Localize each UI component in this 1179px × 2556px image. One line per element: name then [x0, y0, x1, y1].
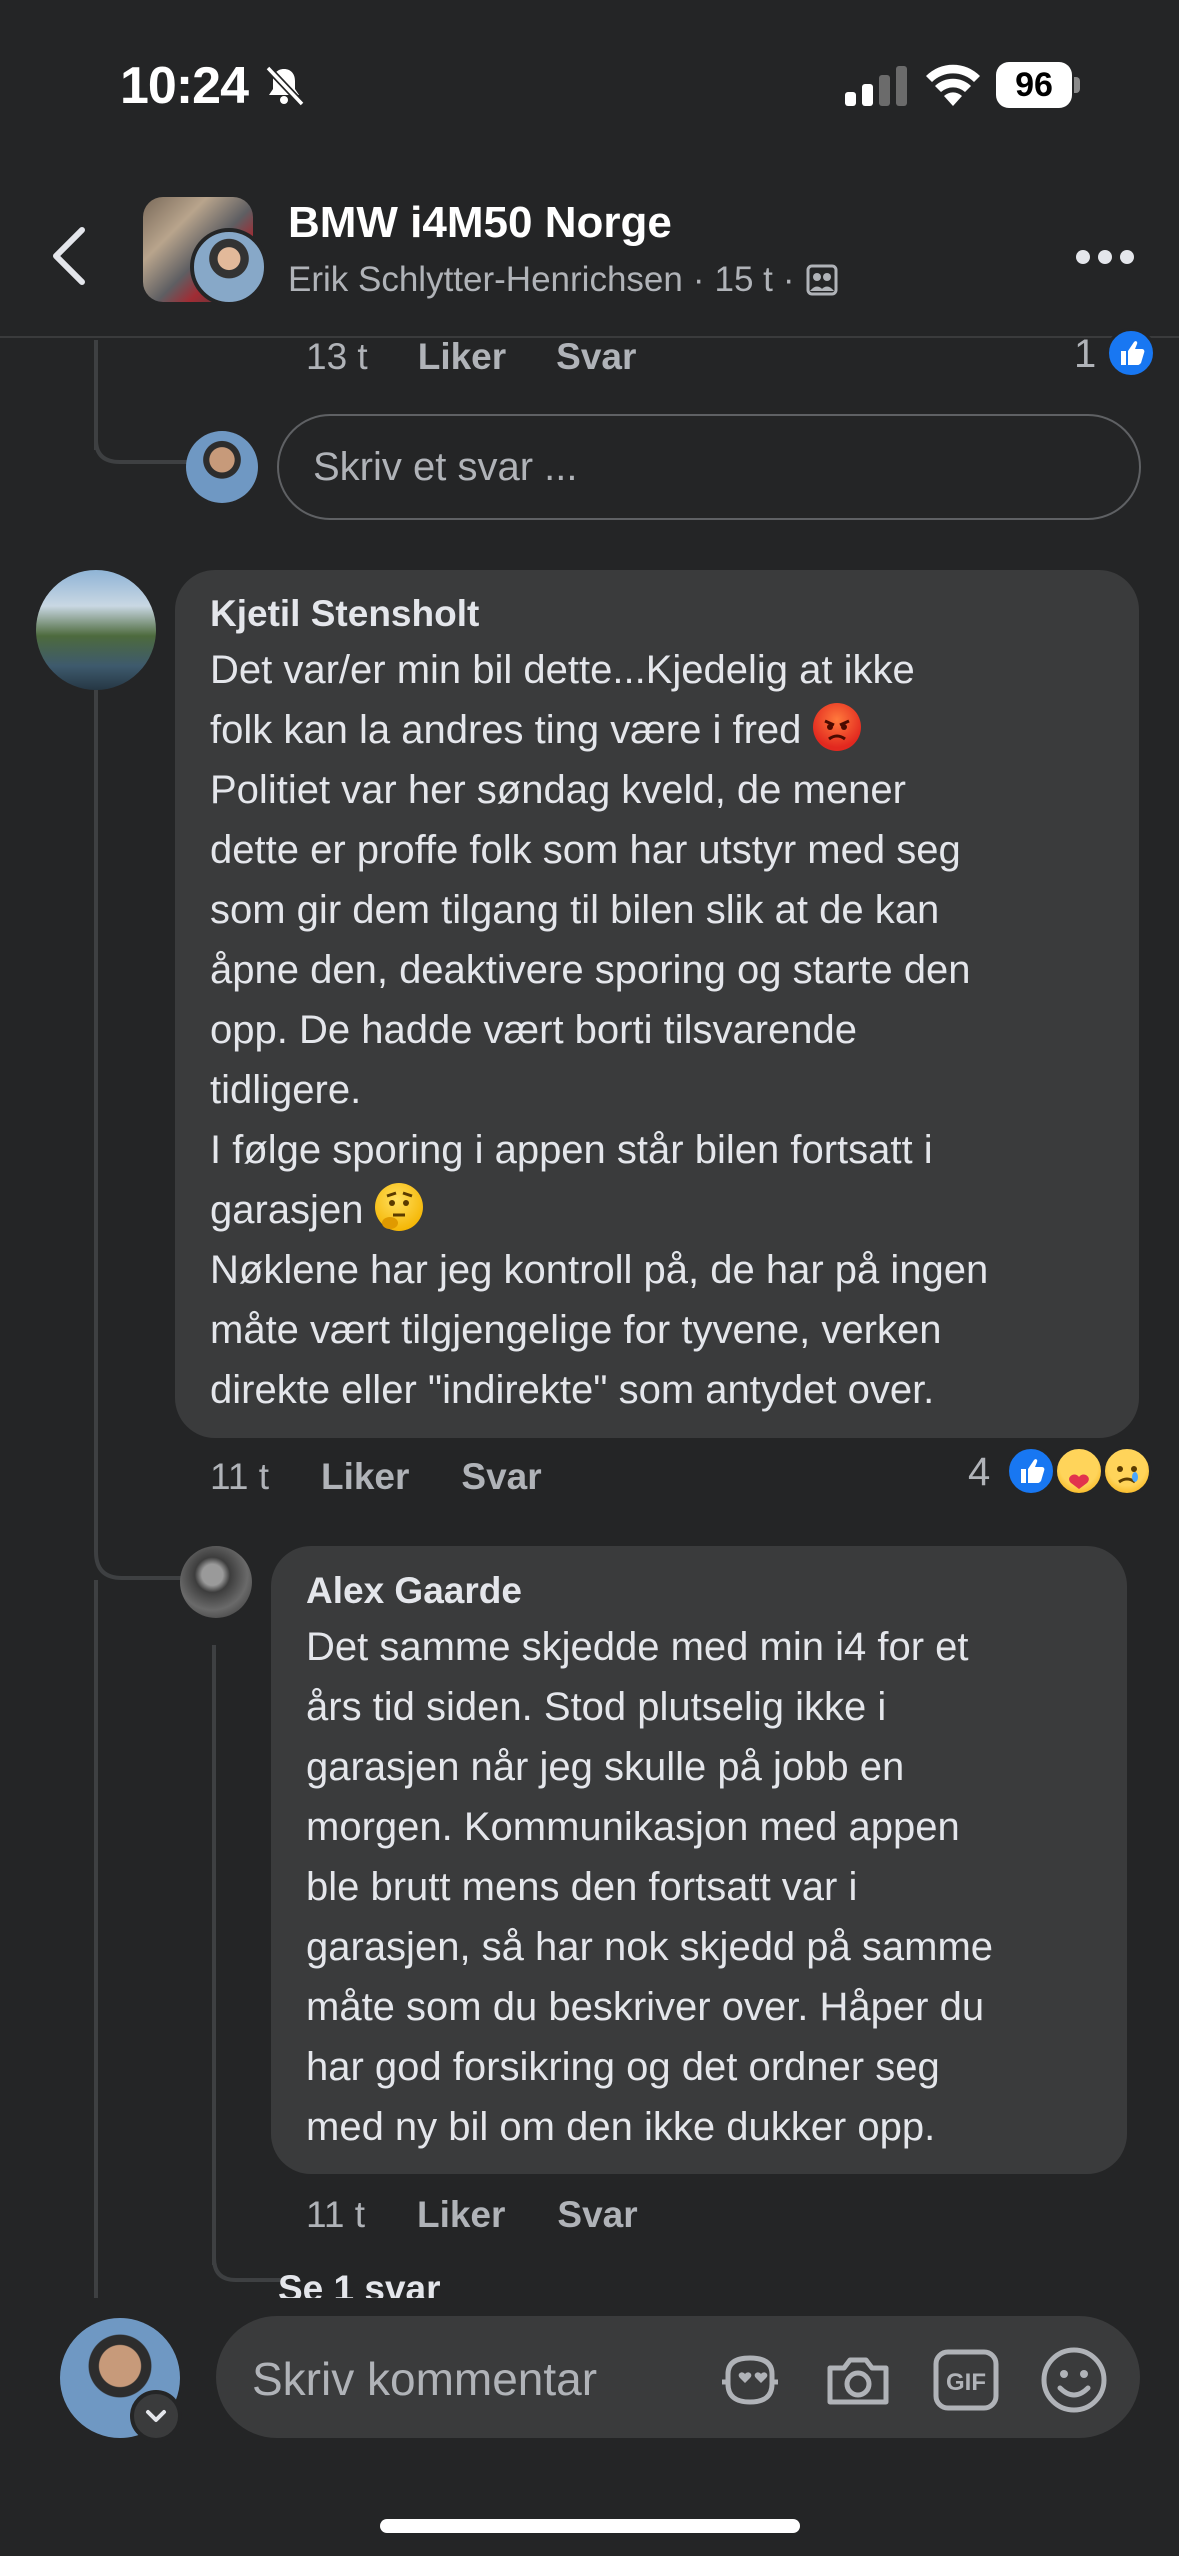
post-header: BMW i4M50 Norge Erik Schlytter-Henrichse… [0, 170, 1179, 338]
poster-avatar[interactable] [190, 228, 268, 306]
back-chevron-icon[interactable] [48, 224, 92, 288]
comment-reactions[interactable]: 4 [968, 1450, 990, 1495]
account-switch-button[interactable] [130, 2390, 182, 2442]
emoji-icon[interactable] [1038, 2344, 1110, 2416]
commenter-avatar[interactable] [180, 1546, 252, 1618]
group-title[interactable]: BMW i4M50 Norge [288, 198, 672, 248]
post-time: 15 t [714, 260, 773, 299]
more-options-icon[interactable] [1074, 248, 1136, 266]
my-avatar[interactable] [186, 431, 258, 503]
angry-face-emoji-icon [812, 703, 861, 751]
meta-separator: · [692, 260, 705, 299]
commenter-avatar[interactable] [36, 570, 156, 690]
cellular-signal-icon [845, 66, 907, 106]
comment-time: 11 t [306, 2194, 365, 2235]
reply-button[interactable]: Svar [461, 1456, 541, 1498]
comment-input[interactable]: Skriv kommentar GIF [216, 2316, 1140, 2438]
prev-reply-reactions[interactable]: 1 [1074, 332, 1096, 377]
bell-off-icon [265, 65, 305, 107]
like-button[interactable]: Liker [418, 336, 506, 378]
sad-reaction-icon [1102, 1446, 1152, 1496]
comment-author[interactable]: Alex Gaarde [306, 1570, 522, 1612]
reply-time: 13 t [306, 336, 368, 377]
status-bar: 10:24 96 [0, 0, 1179, 150]
thread-curve [212, 2240, 282, 2282]
reaction-count: 1 [1074, 332, 1097, 376]
thread-line [94, 1580, 98, 2300]
comment-actions: 11 t Liker Svar [306, 2194, 638, 2236]
comment-actions: 11 t Liker Svar [210, 1456, 542, 1498]
comment-time: 11 t [210, 1456, 269, 1497]
group-audience-icon [806, 264, 838, 296]
comment-text: Det samme skjedde med min i4 for et års … [306, 1625, 994, 2149]
thread-line [212, 1645, 216, 2265]
like-reaction-icon [1106, 328, 1156, 378]
battery-indicator: 96 [996, 62, 1080, 108]
like-button[interactable]: Liker [417, 2194, 505, 2236]
prev-reply-actions: 13 t Liker Svar [306, 336, 636, 378]
thinking-face-emoji-icon [374, 1183, 423, 1231]
wifi-icon [926, 64, 980, 106]
thread-curve [94, 1520, 184, 1580]
comment-text-part: Politiet var her søndag kveld, de mener … [210, 768, 971, 1232]
thread-curve [94, 420, 194, 464]
home-indicator[interactable] [380, 2519, 800, 2533]
comment-placeholder: Skriv kommentar [252, 2353, 598, 2405]
comment-text: Det var/er min bil dette...Kjedelig at i… [210, 640, 1130, 1420]
meta-separator: · [782, 260, 795, 299]
reply-input[interactable]: Skriv et svar ... [277, 414, 1141, 520]
avatar-sticker-icon[interactable] [714, 2344, 786, 2416]
like-button[interactable]: Liker [321, 1456, 409, 1498]
comment-composer: Skriv kommentar GIF [0, 2298, 1179, 2556]
care-reaction-icon [1054, 1446, 1104, 1496]
comment-author[interactable]: Kjetil Stensholt [210, 593, 479, 635]
camera-icon[interactable] [822, 2344, 894, 2416]
like-reaction-icon [1006, 1446, 1056, 1496]
poster-name[interactable]: Erik Schlytter-Henrichsen [288, 260, 683, 300]
reply-button[interactable]: Svar [557, 2194, 637, 2236]
reply-button[interactable]: Svar [556, 336, 636, 378]
comment-text-part: Det var/er min bil dette...Kjedelig at i… [210, 648, 915, 752]
chevron-down-icon [146, 2410, 166, 2422]
battery-cap [1074, 77, 1080, 93]
comment-text-part: Nøklene har jeg kontroll på, de har på i… [210, 1248, 989, 1412]
battery-level: 96 [996, 62, 1072, 108]
reaction-count: 4 [968, 1450, 991, 1494]
post-meta: Erik Schlytter-Henrichsen · 15 t · [288, 260, 839, 300]
status-time: 10:24 [120, 57, 249, 115]
svg-text:GIF: GIF [946, 2369, 986, 2396]
gif-icon[interactable]: GIF [930, 2344, 1002, 2416]
thread-line [94, 690, 98, 1550]
